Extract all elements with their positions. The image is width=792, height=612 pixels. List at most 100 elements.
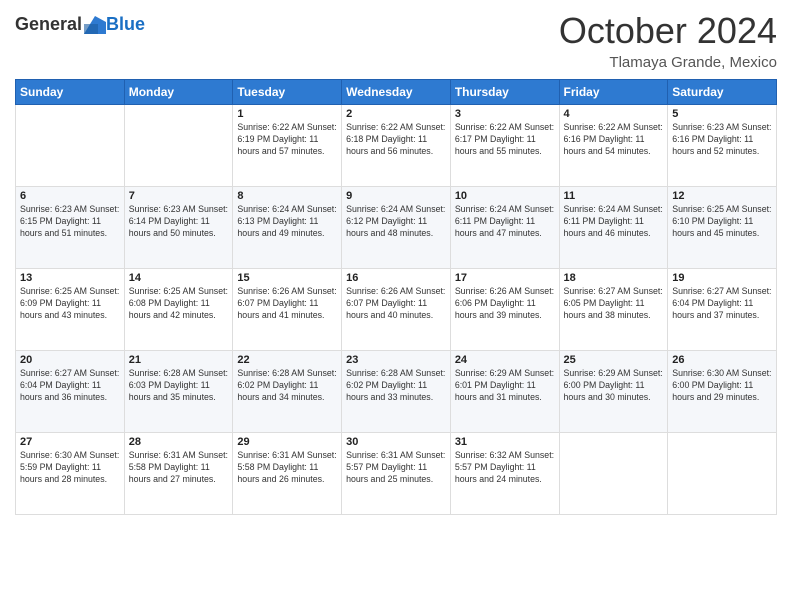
day-number: 4 [564, 108, 664, 120]
calendar-cell: 14Sunrise: 6:25 AM Sunset: 6:08 PM Dayli… [124, 269, 233, 351]
day-number: 20 [20, 354, 120, 366]
calendar-body: 1Sunrise: 6:22 AM Sunset: 6:19 PM Daylig… [16, 105, 777, 515]
calendar-cell: 20 Sunrise: 6:27 AM Sunset: 6:04 PM Dayli… [16, 351, 125, 433]
calendar-week-4: 20 Sunrise: 6:27 AM Sunset: 6:04 PM Dayli… [16, 351, 777, 433]
calendar-cell: 9 Sunrise: 6:24 AM Sunset: 6:12 PM Daylig… [342, 187, 451, 269]
day-number: 11 [564, 190, 664, 202]
calendar-cell: 8Sunrise: 6:24 AM Sunset: 6:13 PM Daylig… [233, 187, 342, 269]
day-number: 24 [455, 354, 555, 366]
cell-content: Sunrise: 6:22 AM Sunset: 6:19 PM Dayligh… [237, 122, 337, 158]
day-number: 28 [129, 436, 229, 448]
day-number: 16 [346, 272, 446, 284]
cell-content: Sunrise: 6:24 AM Sunset: 6:13 PM Dayligh… [237, 204, 337, 240]
calendar-cell: 4 Sunrise: 6:22 AM Sunset: 6:16 PM Daylig… [559, 105, 668, 187]
day-number: 21 [129, 354, 229, 366]
calendar-cell: 29 Sunrise: 6:31 AM Sunset: 5:58 PM Dayli… [233, 433, 342, 515]
calendar-week-2: 6 Sunrise: 6:23 AM Sunset: 6:15 PM Daylig… [16, 187, 777, 269]
calendar-cell: 30Sunrise: 6:31 AM Sunset: 5:57 PM Dayli… [342, 433, 451, 515]
cell-content: Sunrise: 6:27 AM Sunset: 6:04 PM Dayligh… [20, 368, 120, 404]
calendar-cell: 27Sunrise: 6:30 AM Sunset: 5:59 PM Dayli… [16, 433, 125, 515]
day-number: 19 [672, 272, 772, 284]
cell-content: Sunrise: 6:27 AM Sunset: 6:05 PM Dayligh… [564, 286, 664, 322]
day-number: 7 [129, 190, 229, 202]
location: Tlamaya Grande, Mexico [559, 54, 777, 71]
calendar-cell: 2 Sunrise: 6:22 AM Sunset: 6:18 PM Daylig… [342, 105, 451, 187]
header-day-friday: Friday [559, 80, 668, 105]
calendar-cell: 17 Sunrise: 6:26 AM Sunset: 6:06 PM Dayli… [450, 269, 559, 351]
calendar-week-3: 13 Sunrise: 6:25 AM Sunset: 6:09 PM Dayli… [16, 269, 777, 351]
cell-content: Sunrise: 6:26 AM Sunset: 6:07 PM Dayligh… [237, 286, 337, 322]
calendar-cell: 12Sunrise: 6:25 AM Sunset: 6:10 PM Dayli… [668, 187, 777, 269]
calendar-week-1: 1Sunrise: 6:22 AM Sunset: 6:19 PM Daylig… [16, 105, 777, 187]
calendar-cell: 5 Sunrise: 6:23 AM Sunset: 6:16 PM Daylig… [668, 105, 777, 187]
cell-content: Sunrise: 6:24 AM Sunset: 6:11 PM Dayligh… [564, 204, 664, 240]
day-number: 5 [672, 108, 772, 120]
calendar-header: SundayMondayTuesdayWednesdayThursdayFrid… [16, 80, 777, 105]
calendar-table: SundayMondayTuesdayWednesdayThursdayFrid… [15, 79, 777, 515]
calendar-cell [559, 433, 668, 515]
calendar-cell: 7 Sunrise: 6:23 AM Sunset: 6:14 PM Daylig… [124, 187, 233, 269]
logo-blue-text: Blue [106, 14, 145, 35]
cell-content: Sunrise: 6:23 AM Sunset: 6:14 PM Dayligh… [129, 204, 229, 240]
day-number: 2 [346, 108, 446, 120]
cell-content: Sunrise: 6:30 AM Sunset: 5:59 PM Dayligh… [20, 450, 120, 486]
cell-content: Sunrise: 6:28 AM Sunset: 6:02 PM Dayligh… [346, 368, 446, 404]
calendar-cell: 6 Sunrise: 6:23 AM Sunset: 6:15 PM Daylig… [16, 187, 125, 269]
day-number: 17 [455, 272, 555, 284]
cell-content: Sunrise: 6:28 AM Sunset: 6:03 PM Dayligh… [129, 368, 229, 404]
cell-content: Sunrise: 6:22 AM Sunset: 6:16 PM Dayligh… [564, 122, 664, 158]
cell-content: Sunrise: 6:24 AM Sunset: 6:12 PM Dayligh… [346, 204, 446, 240]
day-number: 12 [672, 190, 772, 202]
logo: General Blue [15, 14, 145, 35]
calendar-cell: 18 Sunrise: 6:27 AM Sunset: 6:05 PM Dayli… [559, 269, 668, 351]
calendar-cell: 26 Sunrise: 6:30 AM Sunset: 6:00 PM Dayli… [668, 351, 777, 433]
logo-icon [84, 16, 106, 34]
calendar-week-5: 27Sunrise: 6:30 AM Sunset: 5:59 PM Dayli… [16, 433, 777, 515]
calendar-cell [16, 105, 125, 187]
logo-general-text: General [15, 14, 82, 35]
calendar-cell: 11 Sunrise: 6:24 AM Sunset: 6:11 PM Dayli… [559, 187, 668, 269]
day-number: 6 [20, 190, 120, 202]
cell-content: Sunrise: 6:22 AM Sunset: 6:17 PM Dayligh… [455, 122, 555, 158]
header-day-tuesday: Tuesday [233, 80, 342, 105]
calendar-cell: 28 Sunrise: 6:31 AM Sunset: 5:58 PM Dayli… [124, 433, 233, 515]
cell-content: Sunrise: 6:31 AM Sunset: 5:58 PM Dayligh… [129, 450, 229, 486]
day-number: 31 [455, 436, 555, 448]
day-number: 14 [129, 272, 229, 284]
cell-content: Sunrise: 6:32 AM Sunset: 5:57 PM Dayligh… [455, 450, 555, 486]
calendar-cell: 31 Sunrise: 6:32 AM Sunset: 5:57 PM Dayli… [450, 433, 559, 515]
calendar-cell: 15Sunrise: 6:26 AM Sunset: 6:07 PM Dayli… [233, 269, 342, 351]
day-number: 23 [346, 354, 446, 366]
cell-content: Sunrise: 6:23 AM Sunset: 6:16 PM Dayligh… [672, 122, 772, 158]
day-number: 26 [672, 354, 772, 366]
header-day-sunday: Sunday [16, 80, 125, 105]
page-header: General Blue October 2024 Tlamaya Grande… [15, 10, 777, 71]
cell-content: Sunrise: 6:25 AM Sunset: 6:09 PM Dayligh… [20, 286, 120, 322]
day-number: 30 [346, 436, 446, 448]
calendar-cell [124, 105, 233, 187]
cell-content: Sunrise: 6:29 AM Sunset: 6:00 PM Dayligh… [564, 368, 664, 404]
day-number: 10 [455, 190, 555, 202]
cell-content: Sunrise: 6:23 AM Sunset: 6:15 PM Dayligh… [20, 204, 120, 240]
calendar-cell: 22Sunrise: 6:28 AM Sunset: 6:02 PM Dayli… [233, 351, 342, 433]
day-number: 29 [237, 436, 337, 448]
cell-content: Sunrise: 6:29 AM Sunset: 6:01 PM Dayligh… [455, 368, 555, 404]
calendar-cell: 21 Sunrise: 6:28 AM Sunset: 6:03 PM Dayli… [124, 351, 233, 433]
cell-content: Sunrise: 6:28 AM Sunset: 6:02 PM Dayligh… [237, 368, 337, 404]
header-row: SundayMondayTuesdayWednesdayThursdayFrid… [16, 80, 777, 105]
calendar-cell: 13 Sunrise: 6:25 AM Sunset: 6:09 PM Dayli… [16, 269, 125, 351]
cell-content: Sunrise: 6:31 AM Sunset: 5:58 PM Dayligh… [237, 450, 337, 486]
day-number: 9 [346, 190, 446, 202]
calendar-cell: 3Sunrise: 6:22 AM Sunset: 6:17 PM Daylig… [450, 105, 559, 187]
calendar-cell: 16Sunrise: 6:26 AM Sunset: 6:07 PM Dayli… [342, 269, 451, 351]
cell-content: Sunrise: 6:30 AM Sunset: 6:00 PM Dayligh… [672, 368, 772, 404]
month-title: October 2024 [559, 10, 777, 52]
day-number: 13 [20, 272, 120, 284]
calendar-cell: 1Sunrise: 6:22 AM Sunset: 6:19 PM Daylig… [233, 105, 342, 187]
cell-content: Sunrise: 6:26 AM Sunset: 6:06 PM Dayligh… [455, 286, 555, 322]
day-number: 25 [564, 354, 664, 366]
cell-content: Sunrise: 6:22 AM Sunset: 6:18 PM Dayligh… [346, 122, 446, 158]
calendar-cell: 23 Sunrise: 6:28 AM Sunset: 6:02 PM Dayli… [342, 351, 451, 433]
day-number: 18 [564, 272, 664, 284]
calendar-cell: 24 Sunrise: 6:29 AM Sunset: 6:01 PM Dayli… [450, 351, 559, 433]
